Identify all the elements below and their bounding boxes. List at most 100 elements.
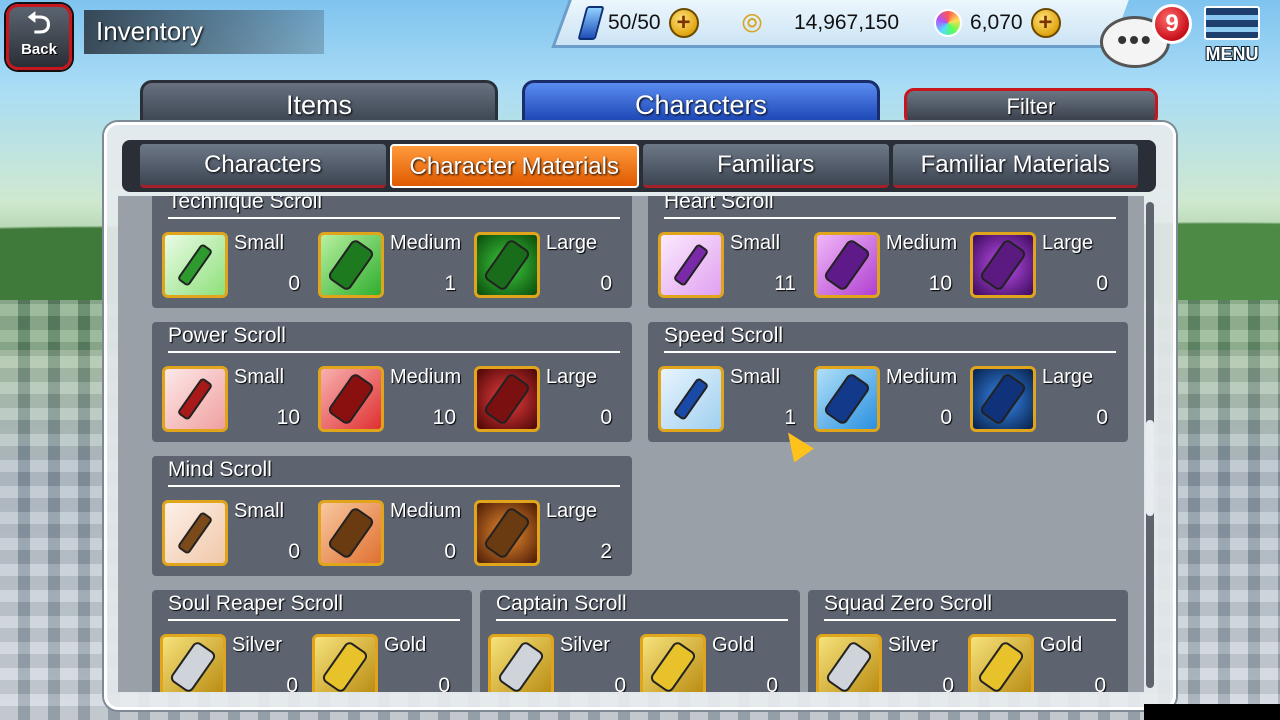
coin-icon: ⦾ [741, 8, 763, 38]
stamina-value: 50/50 [608, 11, 661, 34]
group-title: Power Scroll [168, 324, 620, 353]
filter-button[interactable]: Filter [904, 88, 1158, 126]
item-mind-medium[interactable]: Medium 0 [318, 500, 468, 570]
scroll-icon [162, 500, 228, 566]
item-size: Gold [1040, 634, 1083, 656]
group-squad-zero-scroll: Squad Zero Scroll Silver 0 Gold 0 [808, 590, 1128, 692]
corner-overlay [1144, 704, 1280, 720]
item-speed-small[interactable]: Small 1 [658, 366, 808, 436]
item-squad-zero-gold[interactable]: Gold 0 [968, 634, 1118, 692]
menu-button[interactable]: MENU [1200, 6, 1264, 72]
item-size: Medium [390, 366, 462, 388]
chat-bubble-icon: ••• [1117, 24, 1153, 55]
page-title: Inventory [84, 10, 324, 54]
item-squad-zero-silver[interactable]: Silver 0 [816, 634, 966, 692]
item-quantity: 2 [600, 540, 612, 563]
item-size: Small [234, 366, 285, 388]
item-soul-reaper-silver[interactable]: Silver 0 [160, 634, 310, 692]
item-technique-large[interactable]: Large 0 [474, 232, 624, 302]
item-quantity: 0 [600, 406, 612, 429]
scroll-icon [162, 232, 228, 298]
item-power-large[interactable]: Large 0 [474, 366, 624, 436]
item-speed-medium[interactable]: Medium 0 [814, 366, 964, 436]
item-power-small[interactable]: Small 10 [162, 366, 312, 436]
item-quantity: 0 [438, 674, 450, 692]
group-title: Captain Scroll [496, 592, 788, 621]
item-quantity: 0 [286, 674, 298, 692]
scroll-icon [814, 232, 880, 298]
item-quantity: 0 [1096, 272, 1108, 295]
scroll-icon [318, 366, 384, 432]
item-size: Silver [560, 634, 611, 656]
orb-value: 6,070 [970, 11, 1023, 34]
item-size: Small [234, 500, 285, 522]
item-captain-silver[interactable]: Silver 0 [488, 634, 638, 692]
group-speed-scroll: Speed Scroll Small 1 Medium 0 Large 0 [648, 322, 1128, 442]
menu-label: MENU [1205, 44, 1259, 64]
add-stamina-button[interactable]: + [668, 8, 699, 38]
item-quantity: 0 [1096, 406, 1108, 429]
stamina-display: 50/50 + [577, 6, 699, 40]
item-captain-gold[interactable]: Gold 0 [640, 634, 790, 692]
scrollbar-thumb[interactable] [1146, 420, 1154, 516]
subtab-characters[interactable]: Characters [140, 144, 386, 188]
group-title: Mind Scroll [168, 458, 620, 487]
scroll-icon [318, 232, 384, 298]
scroll-icon [488, 634, 554, 692]
subtab-character-materials[interactable]: Character Materials [389, 144, 639, 188]
scroll-icon [640, 634, 706, 692]
item-heart-small[interactable]: Small 11 [658, 232, 808, 302]
item-quantity: 0 [766, 674, 778, 692]
item-size: Large [546, 232, 598, 254]
materials-list[interactable]: Technique Scroll Small 0 Medium 1 Large … [118, 196, 1144, 692]
item-quantity: 0 [444, 540, 456, 563]
notification-badge: 9 [1152, 4, 1192, 44]
group-power-scroll: Power Scroll Small 10 Medium 10 Large 0 [152, 322, 632, 442]
item-heart-medium[interactable]: Medium 10 [814, 232, 964, 302]
item-size: Large [546, 500, 598, 522]
item-quantity: 0 [614, 674, 626, 692]
item-quantity: 0 [940, 406, 952, 429]
item-size: Silver [888, 634, 939, 656]
group-technique-scroll: Technique Scroll Small 0 Medium 1 Large … [152, 196, 632, 308]
subtab-familiar-materials[interactable]: Familiar Materials [892, 144, 1138, 188]
add-orbs-button[interactable]: + [1030, 8, 1061, 38]
scroll-icon [318, 500, 384, 566]
scroll-icon [160, 634, 226, 692]
item-size: Gold [712, 634, 755, 656]
item-technique-small[interactable]: Small 0 [162, 232, 312, 302]
group-title: Technique Scroll [168, 196, 620, 219]
item-mind-large[interactable]: Large 2 [474, 500, 624, 570]
group-title: Speed Scroll [664, 324, 1116, 353]
stamina-icon [577, 6, 605, 40]
back-button[interactable]: ⮌ Back [6, 4, 72, 70]
item-quantity: 0 [1094, 674, 1106, 692]
scroll-icon [474, 500, 540, 566]
item-size: Small [730, 366, 781, 388]
item-power-medium[interactable]: Medium 10 [318, 366, 468, 436]
tab-items[interactable]: Items [140, 80, 498, 124]
item-soul-reaper-gold[interactable]: Gold 0 [312, 634, 462, 692]
item-heart-large[interactable]: Large 0 [970, 232, 1120, 302]
tab-characters[interactable]: Characters [522, 80, 880, 124]
item-mind-small[interactable]: Small 0 [162, 500, 312, 570]
scroll-icon [970, 232, 1036, 298]
item-size: Small [730, 232, 781, 254]
sub-tab-bar: Characters Character Materials Familiars… [122, 140, 1156, 192]
group-captain-scroll: Captain Scroll Silver 0 Gold 0 [480, 590, 800, 692]
back-arrow-icon: ⮌ [26, 7, 52, 40]
spirit-orb-icon [934, 9, 962, 37]
item-size: Large [1042, 366, 1094, 388]
scroll-icon [312, 634, 378, 692]
item-size: Large [546, 366, 598, 388]
item-speed-large[interactable]: Large 0 [970, 366, 1120, 436]
item-quantity: 10 [928, 272, 952, 295]
scroll-icon [814, 366, 880, 432]
scroll-icon [658, 366, 724, 432]
group-heart-scroll: Heart Scroll Small 11 Medium 10 Large 0 [648, 196, 1128, 308]
subtab-familiars[interactable]: Familiars [643, 144, 889, 188]
item-quantity: 0 [288, 540, 300, 563]
item-size: Large [1042, 232, 1094, 254]
item-technique-medium[interactable]: Medium 1 [318, 232, 468, 302]
item-size: Medium [886, 366, 958, 388]
